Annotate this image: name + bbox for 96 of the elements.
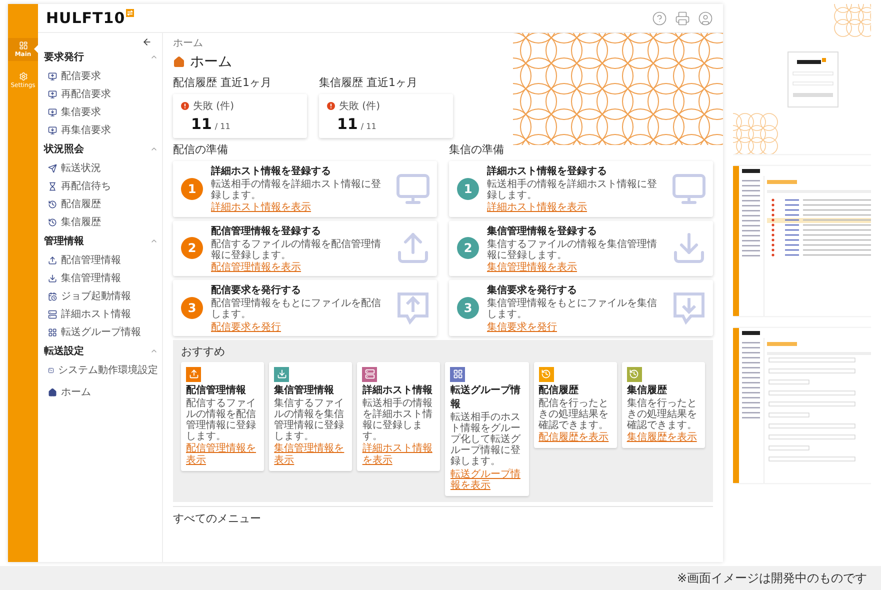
section-title: 集信の準備 — [449, 142, 504, 157]
sidebar-group-header[interactable]: 転送設定 — [44, 341, 158, 361]
breadcrumb: ホーム — [173, 37, 203, 50]
sidebar-item[interactable]: 集信要求 — [44, 103, 158, 121]
send-icon — [48, 164, 57, 172]
calendar-clock-icon — [48, 292, 57, 300]
step-title: 集信管理情報を登録する — [487, 224, 598, 238]
step-number: 2 — [457, 237, 479, 260]
section-title: 配信の準備 — [173, 142, 228, 157]
logo-badge-icon — [126, 9, 134, 17]
sidebar-item[interactable]: 再配信要求 — [44, 85, 158, 103]
chevron-up-icon — [150, 145, 158, 153]
grid-icon — [18, 41, 28, 50]
step-title: 配信要求を発行する — [211, 284, 302, 298]
card-description: 配信を行ったときの処理結果を確認できます。 — [538, 398, 610, 432]
step-description: 転送相手の情報を詳細ホスト情報に登録します。 — [487, 179, 658, 202]
sidebar-item[interactable]: ホーム — [44, 383, 158, 401]
sidebar-item[interactable]: 集信履歴 — [44, 213, 158, 231]
step-description: 集信するファイルの情報を集信管理情報に登録します。 — [487, 238, 658, 261]
download-icon — [48, 274, 57, 282]
chevron-up-icon — [150, 347, 158, 355]
card-title: 集信履歴 — [626, 384, 668, 397]
sidebar-item[interactable]: システム動作環境設定 — [44, 361, 158, 379]
chevron-up-icon — [150, 237, 158, 245]
collapse-button[interactable] — [142, 37, 152, 47]
home-icon — [48, 388, 57, 396]
message-download-icon — [671, 290, 707, 326]
sidebar-item[interactable]: 配信管理情報 — [44, 251, 158, 269]
step-number: 1 — [457, 178, 479, 200]
card-title: 転送グループ情報 — [450, 383, 522, 411]
help-button[interactable] — [652, 10, 667, 26]
failure-count: 11 — [337, 115, 358, 133]
step-title: 詳細ホスト情報を登録する — [211, 164, 332, 178]
monitor-up-icon — [48, 72, 57, 80]
history-icon — [48, 200, 57, 208]
settings-icon — [18, 72, 28, 81]
card-description: 転送相手のホスト情報をグループ化して転送グループ情報に登録します。 — [450, 412, 522, 468]
card-title: 配信管理情報 — [186, 384, 247, 397]
card-description: 集信するファイルの情報を集信管理情報に登録します。 — [274, 398, 346, 442]
server-icon — [48, 310, 57, 318]
message-upload-icon — [395, 290, 431, 326]
alert-icon — [327, 102, 335, 110]
sidebar-item[interactable]: 転送状況 — [44, 159, 158, 177]
total-count: / 11 — [214, 122, 230, 131]
alert-icon — [181, 102, 189, 110]
card-description: 集信を行ったときの処理結果を確認できます。 — [626, 398, 698, 432]
step-description: 配信管理情報をもとにファイルを配信します。 — [211, 298, 382, 320]
step-number: 2 — [181, 237, 203, 260]
card-description: 転送相手の情報を詳細ホスト情報に登録します。 — [362, 398, 434, 442]
sidebar-item[interactable]: 配信履歴 — [44, 195, 158, 213]
step-number: 1 — [181, 178, 203, 200]
home-icon — [173, 56, 185, 68]
hourglass-icon — [48, 182, 57, 190]
failure-label: 失敗 (件) — [193, 100, 234, 113]
upload-icon — [48, 256, 57, 264]
step-description: 転送相手の情報を詳細ホスト情報に登録します。 — [211, 179, 382, 202]
sidebar-item[interactable]: 再配信待ち — [44, 177, 158, 195]
sidebar-item[interactable]: 集信管理情報 — [44, 269, 158, 287]
step-number: 3 — [457, 296, 479, 319]
chevron-up-icon — [150, 53, 158, 61]
history-icon — [48, 218, 57, 226]
printer-button[interactable] — [675, 10, 690, 26]
terminal-icon — [48, 366, 54, 374]
section-title: おすすめ — [181, 344, 225, 359]
sidebar-item[interactable]: 転送グループ情報 — [44, 323, 158, 341]
user-button[interactable] — [698, 10, 713, 26]
grid-icon — [48, 328, 57, 336]
section-title: 集信履歴 直近1ヶ月 — [319, 75, 418, 90]
monitor-down-icon — [48, 108, 57, 116]
sidebar-item[interactable]: 配信要求 — [44, 67, 158, 85]
failure-label: 失敗 (件) — [339, 100, 380, 113]
monitor-down-icon — [48, 126, 57, 134]
section-title: 配信履歴 直近1ヶ月 — [173, 75, 272, 90]
monitor-up-icon — [48, 90, 57, 98]
step-description: 配信するファイルの情報を配信管理情報に登録します。 — [211, 238, 382, 261]
step-title: 集信要求を発行する — [487, 284, 578, 298]
card-title: 配信履歴 — [538, 384, 580, 397]
sidebar-group-header[interactable]: 状況照会 — [44, 139, 158, 159]
section-title: すべてのメニュー — [173, 511, 261, 526]
card-description: 配信するファイルの情報を配信管理情報に登録します。 — [186, 398, 257, 442]
card-title: 集信管理情報 — [274, 384, 336, 397]
step-title: 詳細ホスト情報を登録する — [487, 164, 608, 178]
caption: ※画面イメージは開発中のものです — [676, 570, 867, 586]
total-count: / 11 — [360, 122, 376, 131]
step-title: 配信管理情報を登録する — [211, 224, 322, 238]
failure-count: 11 — [191, 115, 212, 133]
page-title: ホーム — [190, 53, 232, 71]
card-title: 詳細ホスト情報 — [362, 384, 434, 397]
sidebar-item[interactable]: ジョブ起動情報 — [44, 287, 158, 305]
sidebar-group-header[interactable]: 要求発行 — [44, 47, 158, 67]
logo-text: HULFT10 — [46, 9, 126, 27]
sidebar-group-header[interactable]: 管理情報 — [44, 231, 158, 251]
step-description: 集信管理情報をもとにファイルを集信します。 — [487, 298, 658, 320]
sidebar-item[interactable]: 詳細ホスト情報 — [44, 305, 158, 323]
sidebar-item[interactable]: 再集信要求 — [44, 121, 158, 139]
step-number: 3 — [181, 296, 203, 319]
